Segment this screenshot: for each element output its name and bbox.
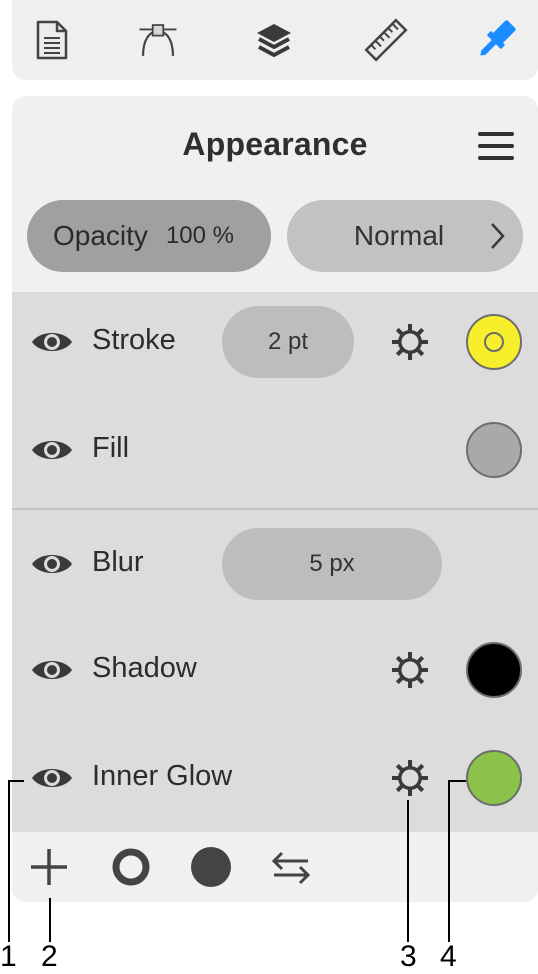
eye-icon[interactable] (30, 762, 74, 794)
stroke-color-swatch[interactable] (466, 314, 522, 370)
eye-icon[interactable] (30, 434, 74, 466)
fill-label: Fill (92, 432, 130, 464)
tool-bar (12, 0, 538, 80)
callout-3-line (407, 800, 409, 942)
stroke-label: Stroke (92, 324, 176, 356)
callout-1-line (8, 780, 10, 942)
inner-glow-label: Inner Glow (92, 760, 233, 792)
callout-4-tick (448, 780, 466, 782)
fill-row: Fill (12, 410, 538, 490)
opacity-label: Opacity (53, 220, 148, 251)
add-icon[interactable] (26, 844, 72, 890)
callout-4: 4 (440, 940, 457, 973)
effects-section: Blur 5 px Shadow Inner Glow (12, 510, 538, 832)
menu-icon[interactable] (474, 130, 518, 162)
bezier-path-icon[interactable] (136, 18, 180, 62)
gear-icon[interactable] (388, 320, 432, 364)
blur-radius-field[interactable]: 5 px (222, 528, 442, 600)
opacity-value: 100 % (165, 222, 234, 249)
blur-label: Blur (92, 546, 144, 578)
gear-icon[interactable] (388, 756, 432, 800)
callout-1: 1 (0, 940, 17, 973)
opacity-control[interactable]: Opacity 100 % (27, 200, 271, 272)
eye-icon[interactable] (30, 548, 74, 580)
stroke-width-field[interactable]: 2 pt (222, 306, 354, 378)
shadow-label: Shadow (92, 652, 197, 684)
inner-glow-color-swatch[interactable] (466, 750, 522, 806)
callout-2: 2 (41, 940, 58, 973)
paintbrush-icon[interactable] (474, 18, 518, 62)
gear-icon[interactable] (388, 648, 432, 692)
stroke-fill-section: Stroke 2 pt Fill (12, 292, 538, 508)
eye-icon[interactable] (30, 326, 74, 358)
shadow-color-swatch[interactable] (466, 642, 522, 698)
callout-2-line (49, 898, 51, 942)
ring-icon[interactable] (108, 844, 154, 890)
blur-row: Blur 5 px (12, 524, 538, 604)
ruler-icon[interactable] (364, 18, 408, 62)
callout-4-line (448, 780, 450, 942)
filled-circle-icon[interactable] (188, 844, 234, 890)
chevron-right-icon (491, 223, 505, 249)
blend-mode-button[interactable]: Normal (287, 200, 523, 272)
shadow-row: Shadow (12, 630, 538, 710)
layers-icon[interactable] (252, 18, 296, 62)
panel-footer (12, 832, 538, 902)
stroke-row: Stroke 2 pt (12, 302, 538, 382)
blend-mode-value: Normal (353, 220, 445, 251)
callout-3: 3 (400, 940, 417, 973)
panel-title: Appearance (182, 126, 368, 162)
fill-color-swatch[interactable] (466, 422, 522, 478)
inner-glow-row: Inner Glow (12, 738, 538, 818)
callout-1-tick (8, 780, 24, 782)
document-icon[interactable] (30, 18, 74, 62)
swap-arrows-icon[interactable] (268, 844, 314, 890)
eye-icon[interactable] (30, 654, 74, 686)
